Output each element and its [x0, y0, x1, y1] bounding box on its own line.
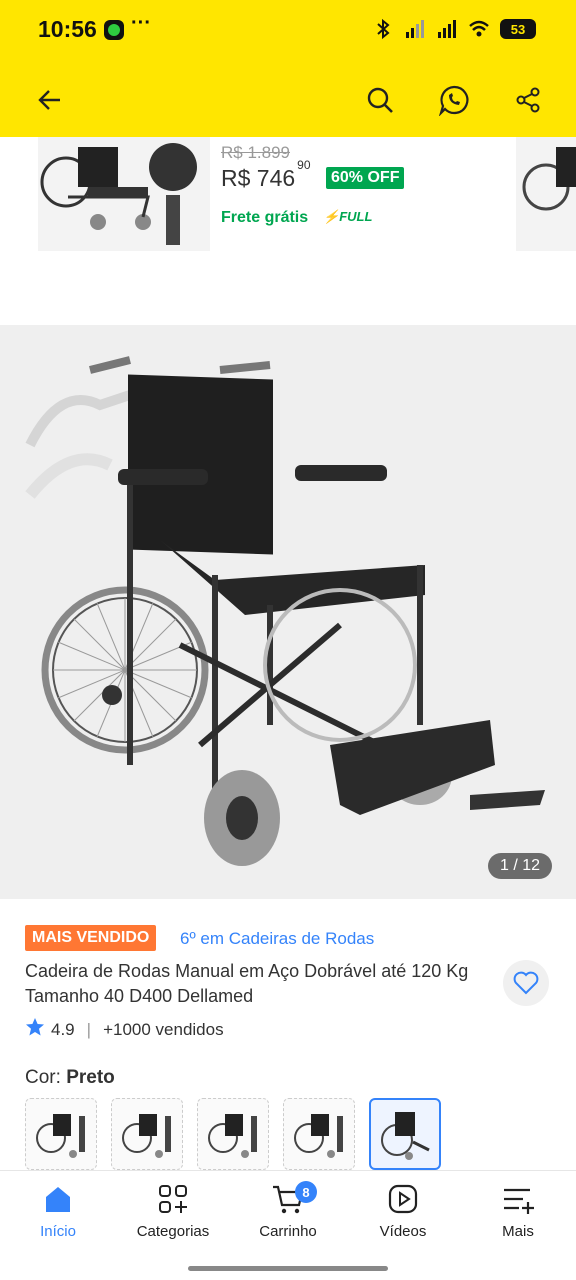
- back-arrow-icon: [38, 90, 60, 110]
- whatsapp-share-button[interactable]: [436, 82, 472, 118]
- nav-item-mais[interactable]: Mais: [463, 1183, 573, 1240]
- action-bar: [0, 70, 576, 130]
- best-seller-badge: MAIS VENDIDO: [25, 925, 157, 951]
- separator: |: [86, 1019, 92, 1039]
- nav-label-inicio: Início: [40, 1223, 76, 1240]
- menu-plus-icon: [504, 1188, 534, 1214]
- back-button[interactable]: [32, 82, 68, 118]
- product-image: [25, 356, 545, 866]
- cart-badge: 8: [295, 1181, 317, 1203]
- nav-item-inicio[interactable]: Início: [3, 1183, 113, 1240]
- whatsapp-icon: [438, 85, 469, 116]
- favorite-button[interactable]: [503, 960, 549, 1006]
- search-icon: [367, 87, 393, 113]
- nav-label-mais: Mais: [502, 1223, 534, 1240]
- price-cents: 90: [297, 158, 311, 173]
- color-value: Preto: [66, 1067, 115, 1088]
- battery-icon: 53: [500, 19, 536, 39]
- variant-thumbnail-2[interactable]: [111, 1098, 183, 1170]
- gesture-home-bar[interactable]: [188, 1266, 388, 1271]
- nav-item-videos[interactable]: Vídeos: [348, 1183, 458, 1240]
- price-whole: R$ 746: [221, 165, 296, 191]
- share-button[interactable]: [510, 82, 546, 118]
- variant-thumbnail-3[interactable]: [197, 1098, 269, 1170]
- nav-item-carrinho[interactable]: 8 Carrinho: [233, 1181, 343, 1240]
- nav-label-categorias: Categorias: [136, 1223, 210, 1240]
- heart-icon: [513, 971, 539, 995]
- wheelchair-thumbnail: [122, 1114, 171, 1158]
- status-time: 10:56: [38, 16, 97, 42]
- nav-label-videos: Vídeos: [379, 1223, 427, 1240]
- star-icon: [25, 1017, 45, 1042]
- related-product-card[interactable]: R$ 1.899 R$ 746 90 60% OFF Frete grátis ⚡…: [0, 137, 576, 257]
- home-icon: [46, 1187, 70, 1212]
- share-icon: [516, 87, 540, 113]
- rating-row[interactable]: 4.9 | +1000 vendidos: [25, 1017, 224, 1042]
- variant-thumbnail-1[interactable]: [25, 1098, 97, 1170]
- bottom-navigation: Início Categorias 8 Carrinho Vídeos Mais: [0, 1170, 576, 1280]
- search-button[interactable]: [362, 82, 398, 118]
- top-header: 10:56 ··· 53: [0, 0, 576, 137]
- product-image-gallery[interactable]: 1 / 12: [0, 325, 576, 899]
- wheelchair-thumbnail: [294, 1114, 343, 1158]
- wheelchair-thumbnail: [381, 1112, 430, 1160]
- more-notifications-icon: ···: [131, 12, 151, 34]
- video-icon: [388, 1184, 418, 1214]
- variant-thumbnail-4[interactable]: [283, 1098, 355, 1170]
- sold-count: +1000 vendidos: [103, 1019, 224, 1039]
- nav-item-categorias[interactable]: Categorias: [118, 1183, 228, 1240]
- color-selector-label: Cor: Preto: [25, 1067, 115, 1089]
- signal-icon-1: [404, 18, 426, 40]
- messaging-app-icon: [104, 20, 124, 40]
- product-title: Cadeira de Rodas Manual em Aço Dobrável …: [25, 961, 469, 1006]
- lightning-icon: ⚡: [323, 209, 340, 224]
- status-icons: 53: [372, 18, 536, 40]
- related-product-image-next: [516, 137, 576, 251]
- related-price: R$ 746 90: [221, 158, 311, 192]
- color-variants: [25, 1098, 441, 1170]
- signal-icon-2: [436, 18, 458, 40]
- image-counter: 1 / 12: [487, 853, 552, 879]
- rating-value: 4.9: [51, 1019, 75, 1039]
- full-badge: ⚡FULL: [323, 209, 372, 225]
- wifi-icon: [468, 18, 490, 40]
- related-old-price: R$ 1.899: [221, 143, 290, 162]
- color-label: Cor:: [25, 1067, 61, 1088]
- related-product-image: [38, 137, 210, 251]
- discount-badge: 60% OFF: [326, 167, 405, 189]
- nav-label-carrinho: Carrinho: [259, 1223, 317, 1240]
- categories-icon: [159, 1185, 187, 1213]
- bluetooth-icon: [372, 18, 394, 40]
- wheelchair-thumbnail: [208, 1114, 257, 1158]
- free-shipping-label: Frete grátis: [221, 209, 309, 226]
- variant-thumbnail-5-selected[interactable]: [369, 1098, 441, 1170]
- category-ranking-link[interactable]: 6º em Cadeiras de Rodas: [180, 929, 374, 949]
- wheelchair-thumbnail: [36, 1114, 85, 1158]
- full-badge-text: FULL: [339, 209, 373, 224]
- status-bar: 10:56 ··· 53: [0, 0, 576, 62]
